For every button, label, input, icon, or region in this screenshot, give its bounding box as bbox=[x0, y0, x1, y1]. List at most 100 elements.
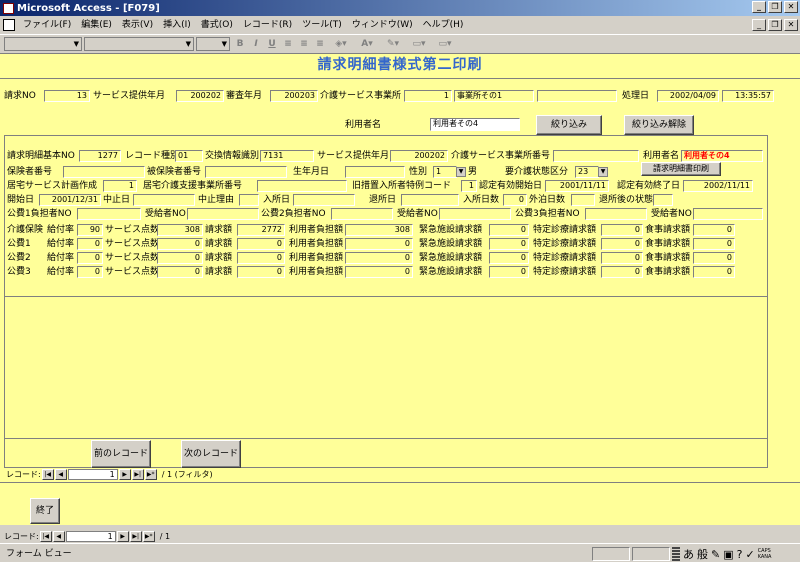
bold-button[interactable]: B bbox=[232, 37, 248, 51]
form-restore-button[interactable]: ❐ bbox=[768, 19, 782, 31]
underline-button[interactable]: U bbox=[264, 37, 280, 51]
valid-end-field[interactable]: 2002/11/11 bbox=[683, 180, 753, 192]
size-combo[interactable]: ▼ bbox=[196, 36, 230, 51]
form-nav-last-icon[interactable]: ▶| bbox=[129, 531, 142, 542]
points-field-1[interactable]: 0 bbox=[157, 238, 203, 250]
user-name-input[interactable]: 利用者その4 bbox=[430, 118, 520, 131]
process-date-field[interactable]: 2002/04/09 bbox=[657, 90, 719, 102]
after-field[interactable] bbox=[653, 194, 673, 206]
points-field-2[interactable]: 0 bbox=[157, 252, 203, 264]
outing-field[interactable] bbox=[571, 194, 595, 206]
close-button[interactable]: ✕ bbox=[784, 1, 798, 13]
claim-field-2[interactable]: 0 bbox=[237, 252, 285, 264]
stop-reason-field[interactable] bbox=[239, 194, 259, 206]
form-minimize-button[interactable]: _ bbox=[752, 19, 766, 31]
sex-dropdown-icon[interactable]: ▼ bbox=[456, 167, 466, 177]
seikyu-no-field[interactable]: 13 bbox=[44, 90, 90, 102]
plan-field[interactable]: 1 bbox=[103, 180, 137, 192]
meal-field-3[interactable]: 0 bbox=[693, 266, 735, 278]
subform-record-number[interactable]: 1 bbox=[67, 468, 118, 480]
special-effect-icon[interactable]: ▭▾ bbox=[432, 37, 458, 51]
ime-hiragana-icon[interactable]: あ bbox=[683, 546, 694, 562]
ime-dictionary-icon[interactable]: ▣ bbox=[723, 548, 733, 561]
font-combo[interactable]: ▼ bbox=[84, 36, 194, 51]
recipient3-field[interactable] bbox=[693, 208, 763, 220]
emergency-field-2[interactable]: 0 bbox=[489, 252, 529, 264]
user-burden-field-3[interactable]: 0 bbox=[345, 266, 413, 278]
nav-next-icon[interactable]: ▶ bbox=[118, 468, 131, 480]
office-name-field[interactable]: 事業所その1 bbox=[454, 90, 534, 102]
care-level-dropdown-icon[interactable]: ▼ bbox=[598, 167, 608, 177]
form-close-button[interactable]: ✕ bbox=[784, 19, 798, 31]
office-no-field-detail[interactable] bbox=[553, 150, 639, 162]
user-burden-field-0[interactable]: 308 bbox=[345, 224, 413, 236]
audit-month-field[interactable]: 200203 bbox=[270, 90, 318, 102]
start-field[interactable]: 2001/12/31 bbox=[39, 194, 101, 206]
rate-field-0[interactable]: 90 bbox=[77, 224, 103, 236]
exchange-field[interactable]: 7131 bbox=[260, 150, 314, 162]
meal-field-0[interactable]: 0 bbox=[693, 224, 735, 236]
minimize-button[interactable]: _ bbox=[752, 1, 766, 13]
filter-button[interactable]: 絞り込み bbox=[536, 115, 602, 135]
nav-last-icon[interactable]: ▶| bbox=[131, 468, 144, 480]
birth-field[interactable] bbox=[345, 166, 405, 178]
access-app-icon[interactable] bbox=[3, 2, 14, 14]
public3-field[interactable] bbox=[585, 208, 647, 220]
claim-field-3[interactable]: 0 bbox=[237, 266, 285, 278]
nav-first-icon[interactable]: |◀ bbox=[41, 468, 54, 480]
public1-field[interactable] bbox=[77, 208, 141, 220]
emergency-field-0[interactable]: 0 bbox=[489, 224, 529, 236]
next-record-button[interactable]: 次のレコード bbox=[181, 440, 241, 468]
recipient1-field[interactable] bbox=[187, 208, 259, 220]
insured-no-field[interactable] bbox=[63, 166, 145, 178]
form-nav-next-icon[interactable]: ▶ bbox=[116, 531, 129, 542]
emergency-field-3[interactable]: 0 bbox=[489, 266, 529, 278]
rate-field-2[interactable]: 0 bbox=[77, 252, 103, 264]
special-field-1[interactable]: 0 bbox=[601, 238, 643, 250]
menu-edit[interactable]: 編集(E) bbox=[76, 16, 117, 34]
align-right-icon[interactable]: ≡ bbox=[312, 37, 328, 51]
ime-help-icon[interactable]: ? bbox=[737, 548, 743, 561]
ime-general-icon[interactable]: 般 bbox=[697, 546, 708, 562]
provide-month-field[interactable]: 200202 bbox=[176, 90, 224, 102]
insured-person-field[interactable] bbox=[205, 166, 287, 178]
process-time-field[interactable]: 13:35:57 bbox=[722, 90, 774, 102]
special-field-2[interactable]: 0 bbox=[601, 252, 643, 264]
menu-insert[interactable]: 挿入(I) bbox=[158, 16, 196, 34]
user-burden-field-1[interactable]: 0 bbox=[345, 238, 413, 250]
claim-field-1[interactable]: 0 bbox=[237, 238, 285, 250]
menu-view[interactable]: 表示(V) bbox=[117, 16, 158, 34]
align-left-icon[interactable]: ≡ bbox=[280, 37, 296, 51]
prev-record-button[interactable]: 前のレコード bbox=[91, 440, 151, 468]
basic-no-field[interactable]: 1277 bbox=[79, 150, 121, 162]
nav-prev-icon[interactable]: ◀ bbox=[54, 468, 67, 480]
form-icon[interactable] bbox=[3, 19, 15, 31]
office-no-field[interactable]: 1 bbox=[404, 90, 452, 102]
exit-button[interactable]: 終了 bbox=[30, 498, 60, 524]
line-color-icon[interactable]: ✎▾ bbox=[380, 37, 406, 51]
rec-type-field[interactable]: 01 bbox=[175, 150, 203, 162]
admit-field[interactable] bbox=[293, 194, 355, 206]
object-combo[interactable]: ▼ bbox=[4, 36, 82, 51]
menu-help[interactable]: ヘルプ(H) bbox=[418, 16, 469, 34]
form-nav-prev-icon[interactable]: ◀ bbox=[52, 531, 65, 542]
valid-start-field[interactable]: 2001/11/11 bbox=[545, 180, 609, 192]
rate-field-3[interactable]: 0 bbox=[77, 266, 103, 278]
care-level-select[interactable]: 23 bbox=[575, 166, 599, 178]
recipient2-field[interactable] bbox=[439, 208, 511, 220]
align-center-icon[interactable]: ≡ bbox=[296, 37, 312, 51]
special-field-3[interactable]: 0 bbox=[601, 266, 643, 278]
detail-provide-month-field[interactable]: 200202 bbox=[390, 150, 448, 162]
menu-window[interactable]: ウィンドウ(W) bbox=[347, 16, 418, 34]
filter-clear-button[interactable]: 絞り込み解除 bbox=[624, 115, 694, 135]
form-record-number[interactable]: 1 bbox=[65, 531, 116, 542]
rate-field-1[interactable]: 0 bbox=[77, 238, 103, 250]
ime-tools-icon[interactable]: ✓ bbox=[745, 548, 754, 561]
font-color-icon[interactable]: A▾ bbox=[354, 37, 380, 51]
stop-field[interactable] bbox=[133, 194, 195, 206]
emergency-field-1[interactable]: 0 bbox=[489, 238, 529, 250]
points-field-0[interactable]: 308 bbox=[157, 224, 203, 236]
form-nav-new-icon[interactable]: ▶* bbox=[142, 531, 155, 542]
menu-records[interactable]: レコード(R) bbox=[238, 16, 297, 34]
admit-days-field[interactable]: 0 bbox=[503, 194, 527, 206]
